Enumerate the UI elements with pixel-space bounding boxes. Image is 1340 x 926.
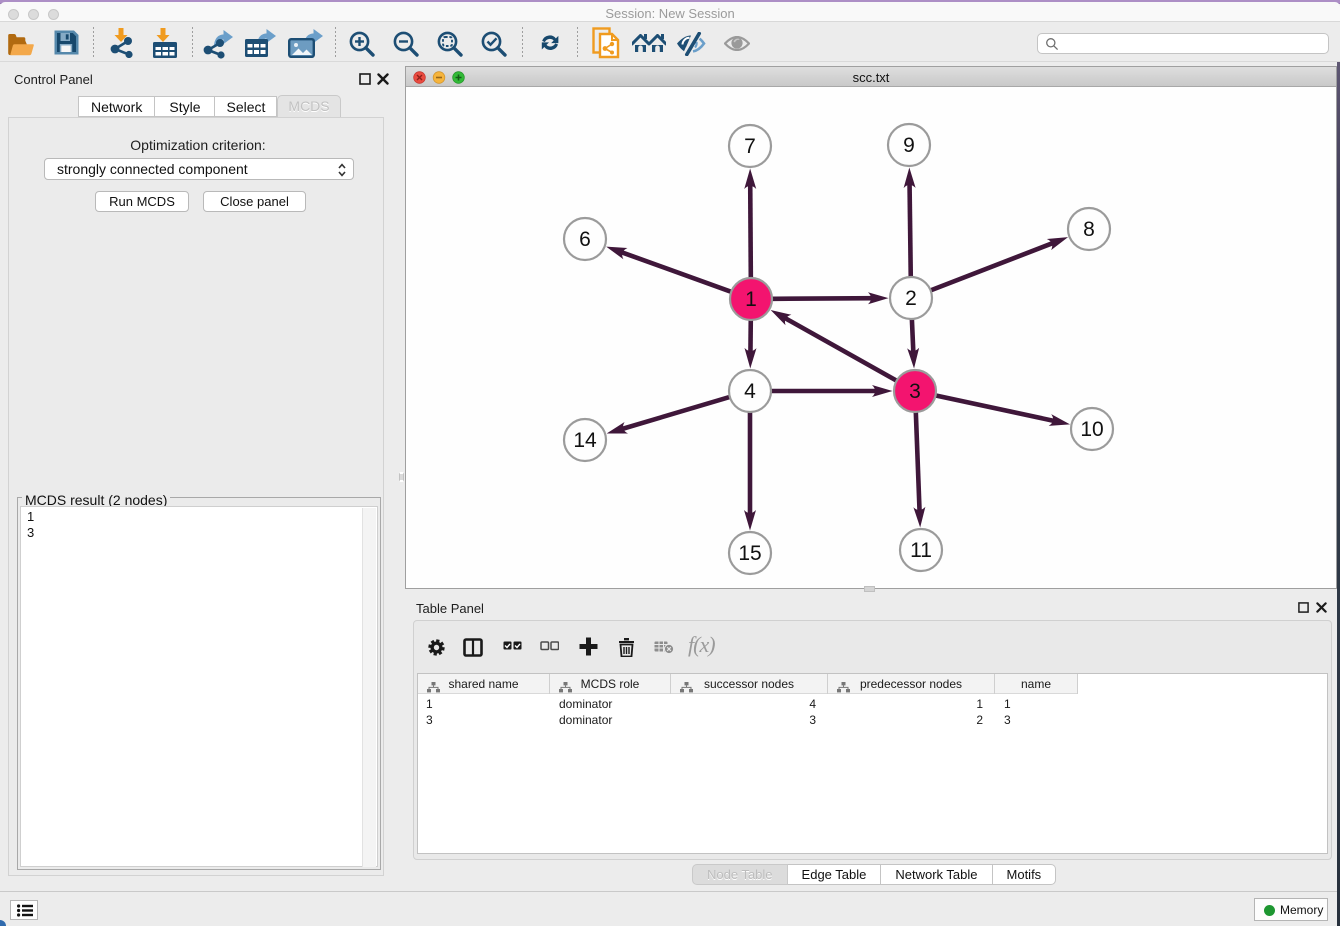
svg-text:3: 3 (909, 380, 921, 403)
svg-text:6: 6 (579, 228, 591, 251)
svg-text:11: 11 (910, 539, 932, 562)
svg-text:4: 4 (744, 380, 756, 403)
svg-text:7: 7 (744, 135, 756, 158)
svg-text:9: 9 (903, 134, 915, 157)
svg-text:14: 14 (573, 429, 597, 452)
svg-text:1: 1 (745, 288, 757, 311)
svg-text:15: 15 (738, 542, 761, 565)
svg-text:2: 2 (905, 287, 917, 310)
svg-text:10: 10 (1080, 418, 1103, 441)
svg-text:8: 8 (1083, 218, 1095, 241)
